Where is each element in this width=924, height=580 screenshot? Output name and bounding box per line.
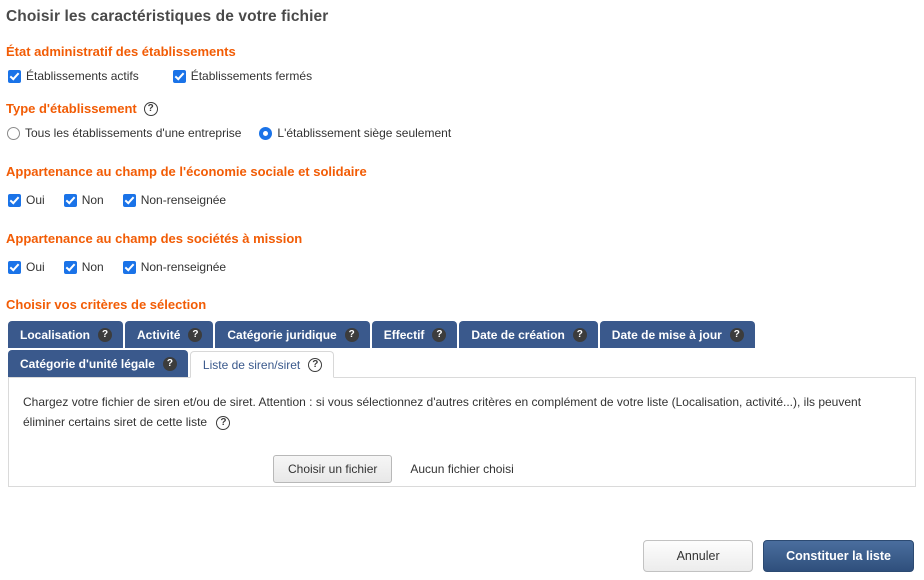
section-heading-criteres-de-selection: Choisir vos critères de sélection — [0, 297, 924, 312]
tab-categorie-unite-legale[interactable]: Catégorie d'unité légale ? — [8, 350, 188, 377]
section-heading-economie-sociale-solidaire: Appartenance au champ de l'économie soci… — [0, 164, 924, 179]
section-heading-type-etablissement: Type d'établissement ? — [0, 101, 924, 116]
help-icon[interactable]: ? — [143, 101, 158, 116]
tab-label: Localisation — [20, 327, 91, 342]
section-heading-label: Choisir vos critères de sélection — [6, 297, 207, 312]
section-heading-label: État administratif des établissements — [6, 44, 236, 59]
radio-circle[interactable] — [7, 126, 20, 140]
help-icon[interactable]: ? — [572, 327, 587, 342]
tab-activite[interactable]: Activité ? — [125, 321, 214, 348]
radio-label: L'établissement siège seulement — [277, 126, 452, 140]
checkbox-box[interactable] — [122, 193, 136, 207]
tab-date-de-creation[interactable]: Date de création ? — [459, 321, 598, 348]
cancel-button[interactable]: Annuler — [643, 540, 754, 572]
checkbox-label: Établissements actifs — [26, 69, 139, 83]
panel-description-wrap: Chargez votre fichier de siren et/ou de … — [23, 392, 901, 433]
checkbox-ess-oui[interactable]: Oui — [8, 193, 45, 207]
help-icon[interactable]: ? — [216, 416, 231, 431]
help-icon[interactable]: ? — [344, 327, 359, 342]
help-icon[interactable]: ? — [162, 356, 177, 371]
ess-options: Oui Non Non-renseignée — [0, 193, 924, 207]
checkbox-mission-non-renseignee[interactable]: Non-renseignée — [122, 260, 227, 274]
page-title: Choisir les caractéristiques de votre fi… — [6, 8, 329, 25]
tab-localisation[interactable]: Localisation ? — [8, 321, 124, 348]
checkbox-ess-non-renseignee[interactable]: Non-renseignée — [122, 193, 227, 207]
tab-label: Activité — [137, 327, 181, 342]
tab-liste-de-siren-siret[interactable]: Liste de siren/siret ? — [189, 351, 335, 378]
tab-label: Date de création — [471, 327, 565, 342]
checkbox-label: Non — [81, 193, 104, 207]
tab-label: Liste de siren/siret — [202, 357, 301, 372]
help-icon[interactable]: ? — [432, 327, 447, 342]
checkbox-label: Oui — [26, 193, 45, 207]
help-icon[interactable]: ? — [98, 327, 113, 342]
radio-label: Tous les établissements d'une entreprise — [25, 126, 242, 140]
checkbox-label: Non-renseignée — [140, 260, 227, 274]
checkbox-etablissements-actifs[interactable]: Établissements actifs — [8, 69, 139, 83]
section-heading-label: Type d'établissement — [6, 101, 137, 116]
file-upload-row: Choisir un fichier Aucun fichier choisi — [23, 454, 901, 483]
tab-label: Date de mise à jour — [611, 327, 722, 342]
type-etablissement-options: Tous les établissements d'une entreprise… — [0, 126, 924, 140]
checkbox-box[interactable] — [8, 260, 21, 274]
footer-actions: Annuler Constituer la liste — [643, 540, 914, 572]
section-heading-label: Appartenance au champ des sociétés à mis… — [6, 231, 303, 246]
checkbox-mission-non[interactable]: Non — [63, 260, 104, 274]
checkbox-label: Oui — [26, 260, 45, 274]
tab-row-secondary: Catégorie d'unité légale ? Liste de sire… — [8, 350, 924, 378]
checkbox-ess-non[interactable]: Non — [63, 193, 104, 207]
checkbox-box[interactable] — [63, 260, 77, 274]
help-icon[interactable]: ? — [729, 327, 744, 342]
checkbox-box[interactable] — [63, 193, 77, 207]
checkbox-box[interactable] — [8, 69, 21, 83]
criteria-tabs: Localisation ? Activité ? Catégorie juri… — [0, 321, 924, 378]
checkbox-label: Non-renseignée — [140, 193, 227, 207]
panel-description: Chargez votre fichier de siren et/ou de … — [23, 395, 862, 430]
checkbox-box[interactable] — [122, 260, 136, 274]
societes-mission-options: Oui Non Non-renseignée — [0, 260, 924, 274]
etat-administratif-options: Établissements actifs Établissements fer… — [0, 69, 924, 83]
section-heading-societes-a-mission: Appartenance au champ des sociétés à mis… — [0, 231, 924, 246]
tab-date-de-mise-a-jour[interactable]: Date de mise à jour ? — [599, 321, 755, 348]
submit-button[interactable]: Constituer la liste — [763, 540, 914, 572]
tab-panel-liste-de-siren-siret: Chargez votre fichier de siren et/ou de … — [8, 377, 916, 487]
tab-effectif[interactable]: Effectif ? — [371, 321, 458, 348]
checkbox-box[interactable] — [172, 69, 186, 83]
checkbox-box[interactable] — [8, 193, 21, 207]
section-heading-label: Appartenance au champ de l'économie soci… — [6, 164, 367, 179]
checkbox-label: Établissements fermés — [190, 69, 313, 83]
radio-etablissement-siege-seulement[interactable]: L'établissement siège seulement — [259, 126, 451, 140]
section-heading-etat-administratif: État administratif des établissements — [0, 44, 924, 59]
checkbox-mission-oui[interactable]: Oui — [8, 260, 45, 274]
file-status-label: Aucun fichier choisi — [410, 461, 514, 476]
tab-label: Effectif — [383, 327, 425, 342]
tab-label: Catégorie d'unité légale — [20, 356, 155, 371]
radio-tous-les-etablissements[interactable]: Tous les établissements d'une entreprise — [7, 126, 241, 140]
tab-row-primary: Localisation ? Activité ? Catégorie juri… — [8, 321, 924, 348]
radio-circle[interactable] — [259, 126, 273, 140]
checkbox-etablissements-fermes[interactable]: Établissements fermés — [172, 69, 313, 83]
checkbox-label: Non — [81, 260, 104, 274]
choose-file-button[interactable]: Choisir un fichier — [273, 454, 393, 483]
tab-categorie-juridique[interactable]: Catégorie juridique ? — [215, 321, 370, 348]
help-icon[interactable]: ? — [308, 357, 323, 372]
tab-label: Catégorie juridique — [227, 327, 337, 342]
help-icon[interactable]: ? — [188, 327, 203, 342]
